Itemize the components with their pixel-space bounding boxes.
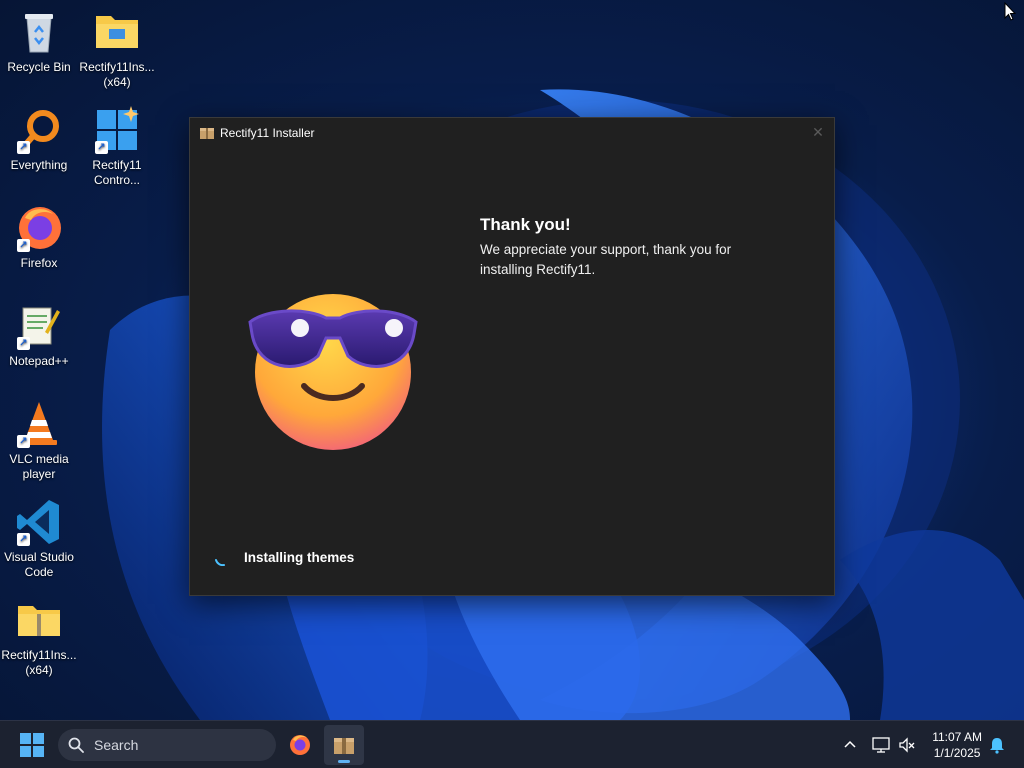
shortcut-arrow-icon: ↗ [17, 435, 30, 448]
start-button[interactable] [20, 733, 44, 757]
shortcut-arrow-icon: ↗ [17, 533, 30, 546]
desktop-icon-rectify11-zip[interactable]: Rectify11Ins... (x64) [0, 596, 78, 678]
active-app-indicator [338, 760, 350, 763]
tray-overflow-chevron-icon[interactable] [842, 737, 858, 753]
shortcut-arrow-icon: ↗ [17, 141, 30, 154]
title-bar[interactable]: Rectify11 Installer ✕ [190, 118, 834, 148]
search-icon [68, 737, 84, 753]
firefox-icon [289, 734, 311, 756]
rectify11-windows-logo-icon: ↗ [93, 106, 141, 154]
desktop-icon-everything[interactable]: ↗ Everything [0, 106, 78, 173]
search-label: Search [94, 737, 139, 753]
close-icon[interactable]: ✕ [810, 124, 826, 140]
shortcut-arrow-icon: ↗ [95, 141, 108, 154]
taskbar-firefox-button[interactable] [280, 725, 320, 765]
zip-folder-icon [15, 596, 63, 644]
desktop-icon-label: Recycle Bin [7, 60, 71, 74]
desktop-icon-vlc[interactable]: ↗ VLC media player [0, 400, 78, 482]
installer-window: Rectify11 Installer ✕ Thank you! We appr… [189, 117, 835, 596]
vlc-cone-icon: ↗ [15, 400, 63, 448]
desktop-icon-label: Rectify11Ins... (x64) [79, 60, 155, 89]
network-icon[interactable] [872, 736, 890, 754]
package-icon [333, 734, 355, 756]
desktop-icon-label: Rectify11Ins... (x64) [1, 648, 77, 677]
desktop-icon-rectify11-installer[interactable]: Rectify11Ins... (x64) [78, 8, 156, 90]
desktop-icon-label: Rectify11 Contro... [92, 158, 142, 187]
notepad-plus-plus-icon: ↗ [15, 302, 63, 350]
thank-you-heading: Thank you! [480, 215, 571, 234]
window-title: Rectify11 Installer [220, 126, 315, 140]
notification-bell-icon[interactable] [988, 736, 1006, 754]
volume-muted-icon[interactable] [898, 736, 916, 754]
clock-time: 11:07 AM [932, 730, 982, 744]
desktop-icon-label: VLC media player [9, 452, 69, 481]
progress-spinner-icon [214, 550, 230, 567]
vscode-icon: ↗ [15, 498, 63, 546]
firefox-icon: ↗ [15, 204, 63, 252]
windows-logo-icon [20, 733, 44, 757]
desktop-icon-recycle-bin[interactable]: Recycle Bin [0, 8, 78, 75]
install-status-text: Installing themes [244, 550, 355, 565]
everything-icon: ↗ [15, 106, 63, 154]
thank-you-message: We appreciate your support, thank you fo… [480, 242, 732, 277]
desktop-icon-firefox[interactable]: ↗ Firefox [0, 204, 78, 271]
taskbar: Search 11:07 AM 1/1/2025 [0, 720, 1024, 768]
smiling-face-with-sunglasses-icon [248, 290, 418, 450]
system-clock[interactable]: 11:07 AM 1/1/2025 [932, 729, 982, 761]
desktop-icon-label: Visual Studio Code [4, 550, 74, 579]
shortcut-arrow-icon: ↗ [17, 337, 30, 350]
shortcut-arrow-icon: ↗ [17, 239, 30, 252]
taskbar-search-box[interactable]: Search [58, 729, 276, 761]
package-icon [200, 126, 214, 139]
desktop-icon-label: Notepad++ [9, 354, 69, 368]
desktop-icon-rectify11-control[interactable]: ↗ Rectify11 Contro... [78, 106, 156, 188]
mouse-cursor-icon [1004, 1, 1017, 22]
desktop-icon-label: Firefox [20, 256, 58, 270]
desktop-icon-notepad-plus-plus[interactable]: ↗ Notepad++ [0, 302, 78, 369]
folder-icon [93, 8, 141, 56]
desktop-icon-vscode[interactable]: ↗ Visual Studio Code [0, 498, 78, 580]
taskbar-installer-button[interactable] [324, 725, 364, 765]
recycle-bin-icon [15, 8, 63, 56]
clock-date: 1/1/2025 [933, 746, 981, 760]
desktop-icon-label: Everything [10, 158, 68, 172]
